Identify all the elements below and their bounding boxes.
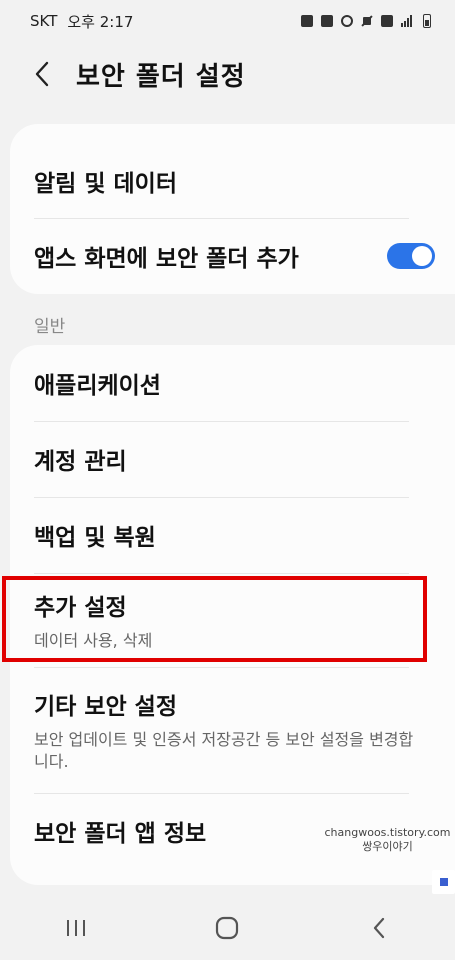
navigation-bar [0,896,455,960]
scroll-to-top-button[interactable] [432,870,455,894]
menu-item-description: 데이터 사용, 삭제 [34,631,153,650]
settings-card-notifications: 알림 및 데이터 앱스 화면에 보안 폴더 추가 [10,124,455,294]
home-button[interactable] [197,908,257,948]
home-icon [216,916,239,940]
nav-back-button[interactable] [349,908,409,948]
nav-back-icon [374,917,385,939]
watermark-url: changwoos.tistory.com [324,826,451,839]
page-title: 보안 폴더 설정 [76,61,246,92]
alarm-icon [341,15,353,27]
menu-item-applications[interactable]: 애플리케이션 [10,345,435,421]
menu-item-description: 보안 업데이트 및 인증서 저장공간 등 보안 설정을 변경합니다. [34,730,414,771]
carrier-label: SKT [30,12,58,30]
menu-item-label: 알림 및 데이터 [34,171,177,197]
app-header: 보안 폴더 설정 [0,42,455,106]
menu-item-label: 백업 및 복원 [34,525,156,551]
menu-item-backup-restore[interactable]: 백업 및 복원 [10,497,435,573]
recents-button[interactable] [46,908,106,948]
menu-item-additional-settings[interactable]: 추가 설정 데이터 사용, 삭제 [10,573,435,667]
status-time: 오후 2:17 [67,12,134,31]
battery-icon [423,14,431,28]
menu-item-label: 기타 보안 설정 [34,694,177,720]
signal-icon [401,15,415,27]
chevron-left-icon [35,61,49,87]
section-header-general: 일반 [34,317,66,337]
menu-item-other-security-settings[interactable]: 기타 보안 설정 보안 업데이트 및 인증서 저장공간 등 보안 설정을 변경합… [10,667,435,793]
settings-card-general: 애플리케이션 계정 관리 백업 및 복원 추가 설정 데이터 사용, 삭제 기타… [10,345,455,885]
watermark-name: 쌍우이야기 [362,840,413,853]
menu-item-label: 애플리케이션 [34,373,161,399]
menu-item-notifications-data[interactable]: 알림 및 데이터 [10,124,435,218]
recents-icon [66,920,85,936]
lock-notification-icon [321,15,333,27]
menu-item-add-to-apps[interactable]: 앱스 화면에 보안 폴더 추가 [10,218,435,294]
status-bar: SKT 오후 2:17 [0,0,455,42]
add-to-apps-toggle[interactable] [387,243,435,269]
back-button[interactable] [22,54,62,94]
download-icon [301,15,313,27]
menu-item-label: 계정 관리 [34,449,127,475]
menu-item-label: 추가 설정 [34,595,127,621]
data-icon [381,15,393,27]
mute-icon [361,15,373,27]
menu-item-label: 앱스 화면에 보안 폴더 추가 [34,246,299,272]
watermark: changwoos.tistory.com 쌍우이야기 [320,826,455,854]
menu-item-account-management[interactable]: 계정 관리 [10,421,435,497]
status-icons [301,14,431,28]
